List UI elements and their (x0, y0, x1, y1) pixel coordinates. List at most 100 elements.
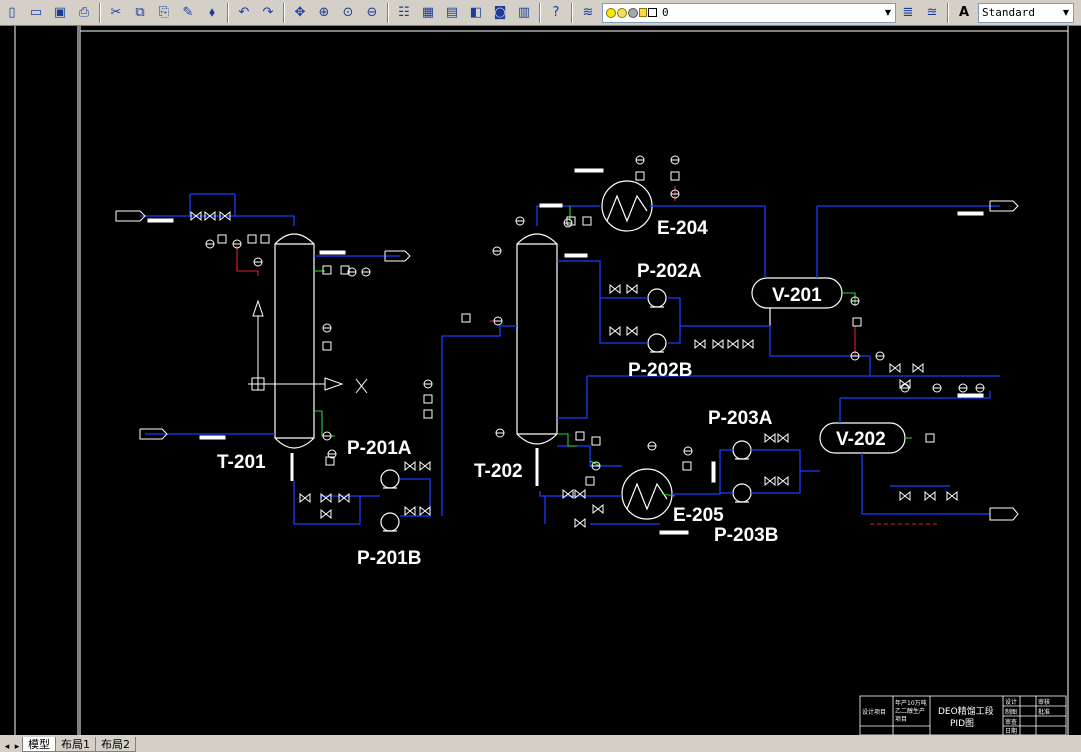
plot-button[interactable]: ⎙ (73, 2, 95, 24)
gate-valve[interactable] (764, 475, 776, 487)
pump-p202a[interactable] (647, 288, 667, 308)
cut-button[interactable]: ✂ (105, 2, 127, 24)
properties-icon: ☷ (398, 5, 410, 20)
gate-valve[interactable] (924, 490, 936, 502)
gate-valve[interactable] (299, 492, 311, 504)
gate-valve[interactable] (404, 505, 416, 517)
open-button[interactable]: ▭ (25, 2, 47, 24)
block-editor-button[interactable]: ⬧ (201, 2, 223, 24)
pump-p202b[interactable] (647, 333, 667, 353)
instrument-panel-box[interactable] (585, 476, 595, 486)
layer-previous-button[interactable]: ≊ (921, 2, 943, 24)
gate-valve[interactable] (419, 505, 431, 517)
instrument-panel-box[interactable] (582, 216, 592, 226)
column-t201[interactable] (274, 233, 315, 481)
gate-valve[interactable] (777, 432, 789, 444)
pump-p203a[interactable] (732, 440, 752, 460)
gate-valve[interactable] (899, 378, 911, 390)
undo-button[interactable]: ↶ (233, 2, 255, 24)
gate-valve[interactable] (912, 362, 924, 374)
open-folder-icon: ▭ (29, 5, 43, 20)
gate-valve[interactable] (609, 325, 621, 337)
gate-valve[interactable] (609, 283, 621, 295)
sheet-set-button[interactable]: ◧ (465, 2, 487, 24)
properties-button[interactable]: ☷ (393, 2, 415, 24)
gate-valve[interactable] (320, 508, 332, 520)
tool-palettes-button[interactable]: ▤ (441, 2, 463, 24)
instrument-panel-box[interactable] (925, 433, 935, 443)
instrument-panel-box[interactable] (322, 265, 332, 275)
gate-valve[interactable] (626, 325, 638, 337)
paste-button[interactable]: ⎘ (153, 2, 175, 24)
drawing-canvas[interactable]: T-201 T-202 P-201A P-201B P-202A P-202B … (0, 26, 1081, 735)
tab-nav-prev-icon[interactable]: ◂ (2, 742, 12, 752)
instrument-panel-box[interactable] (260, 234, 270, 244)
printer-icon: ⎙ (78, 5, 90, 20)
redo-button[interactable]: ↷ (257, 2, 279, 24)
instrument-panel-box[interactable] (423, 409, 433, 419)
gate-valve[interactable] (562, 488, 574, 500)
gate-valve[interactable] (899, 490, 911, 502)
chevron-down-icon[interactable]: ▼ (881, 4, 895, 22)
make-current-layer-button[interactable]: ≣ (897, 2, 919, 24)
tab-layout1[interactable]: 布局1 (55, 737, 96, 752)
gate-valve[interactable] (742, 338, 754, 350)
instrument-panel-box[interactable] (322, 341, 332, 351)
layer-dropdown[interactable]: 0 ▼ (602, 2, 896, 23)
pan-button[interactable]: ✥ (289, 2, 311, 24)
markup-button[interactable]: ◙ (489, 2, 511, 24)
exchanger-e204[interactable] (601, 180, 653, 232)
copy-button[interactable]: ⧉ (129, 2, 151, 24)
tab-nav-next-icon[interactable]: ▸ (12, 742, 22, 752)
match-properties-button[interactable]: ✎ (177, 2, 199, 24)
pump-p201a[interactable] (380, 469, 400, 489)
gate-valve[interactable] (320, 492, 332, 504)
gate-valve[interactable] (946, 490, 958, 502)
gate-valve[interactable] (727, 338, 739, 350)
gate-valve[interactable] (889, 362, 901, 374)
instrument-panel-box[interactable] (635, 171, 645, 181)
layers-icon: ≋ (582, 5, 594, 20)
gate-valve[interactable] (338, 492, 350, 504)
gate-valve[interactable] (419, 460, 431, 472)
tab-model[interactable]: 模型 (22, 737, 56, 752)
pump-p201b[interactable] (380, 512, 400, 532)
tab-layout2[interactable]: 布局2 (95, 737, 136, 752)
label-p203a: P-203A (708, 408, 773, 429)
pump-p203b[interactable] (732, 483, 752, 503)
gate-valve[interactable] (777, 475, 789, 487)
text-style-button[interactable]: A (953, 2, 975, 24)
gate-valve[interactable] (592, 503, 604, 515)
instrument-panel-box[interactable] (575, 431, 585, 441)
instrument-panel-box[interactable] (670, 171, 680, 181)
label-p202b: P-202B (628, 360, 692, 381)
help-button[interactable]: ? (545, 2, 567, 24)
zoom-window-button[interactable]: ⊙ (337, 2, 359, 24)
instrument-panel-box[interactable] (461, 313, 471, 323)
column-t202[interactable] (516, 233, 558, 486)
gate-valve[interactable] (404, 460, 416, 472)
gate-valve[interactable] (712, 338, 724, 350)
save-button[interactable]: ▣ (49, 2, 71, 24)
layer-manager-button[interactable]: ≋ (577, 2, 599, 24)
instrument-panel-box[interactable] (217, 234, 227, 244)
chevron-down-icon[interactable]: ▼ (1059, 4, 1073, 22)
instrument-panel-box[interactable] (852, 317, 862, 327)
gate-valve[interactable] (764, 432, 776, 444)
zoom-realtime-button[interactable]: ⊕ (313, 2, 335, 24)
instrument-panel-box[interactable] (247, 234, 257, 244)
label-p202a: P-202A (637, 261, 702, 282)
gate-valve[interactable] (574, 517, 586, 529)
gate-valve[interactable] (694, 338, 706, 350)
design-center-button[interactable]: ▦ (417, 2, 439, 24)
instrument-panel-box[interactable] (682, 461, 692, 471)
text-style-dropdown[interactable]: Standard ▼ (978, 2, 1074, 23)
new-drawing-button[interactable]: ▯ (1, 2, 23, 24)
calculator-button[interactable]: ▥ (513, 2, 535, 24)
zoom-previous-button[interactable]: ⊖ (361, 2, 383, 24)
instrument-panel-box[interactable] (591, 436, 601, 446)
title-role-draw: 制图 (1005, 708, 1017, 716)
gate-valve[interactable] (574, 488, 586, 500)
instrument-panel-box[interactable] (423, 394, 433, 404)
gate-valve[interactable] (626, 283, 638, 295)
